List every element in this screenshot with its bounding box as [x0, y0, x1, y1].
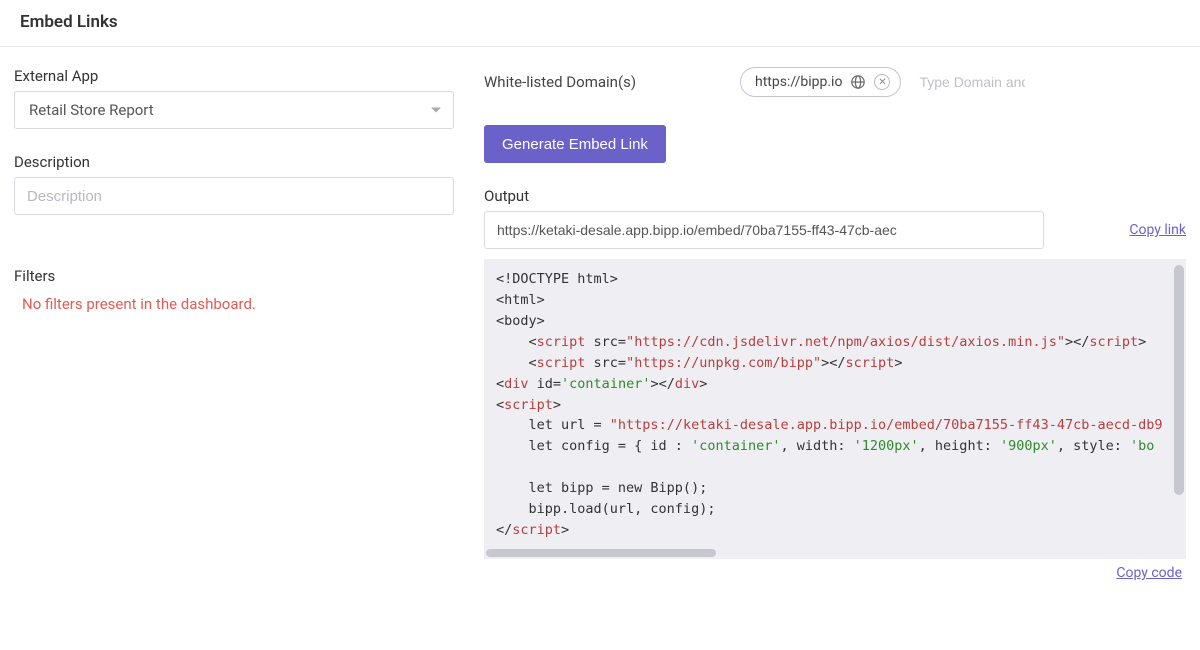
- no-filters-message: No filters present in the dashboard.: [14, 295, 454, 313]
- copy-link[interactable]: Copy link: [1129, 222, 1186, 238]
- copy-code[interactable]: Copy code: [1116, 565, 1182, 581]
- external-app-label: External App: [14, 67, 454, 85]
- domains-label: White-listed Domain(s): [484, 73, 724, 91]
- filters-label: Filters: [14, 267, 454, 285]
- domain-input[interactable]: [917, 73, 1027, 91]
- embed-code-block: <!DOCTYPE html> <html> <body> <script sr…: [484, 259, 1186, 559]
- external-app-value: Retail Store Report: [29, 101, 154, 119]
- code-horizontal-scrollbar[interactable]: [486, 549, 716, 557]
- description-label: Description: [14, 153, 454, 171]
- chevron-down-icon: [431, 108, 441, 113]
- generate-embed-button[interactable]: Generate Embed Link: [484, 125, 666, 163]
- remove-domain-icon[interactable]: ✕: [874, 74, 890, 90]
- external-app-select[interactable]: Retail Store Report: [14, 91, 454, 129]
- description-input[interactable]: [14, 177, 454, 215]
- output-label: Output: [484, 187, 1186, 205]
- domain-chip: https://bipp.io ✕: [740, 67, 901, 97]
- page-header: Embed Links: [0, 0, 1200, 47]
- code-vertical-scrollbar[interactable]: [1174, 265, 1184, 495]
- globe-icon: [850, 74, 866, 90]
- domain-chip-text: https://bipp.io: [755, 74, 842, 90]
- page-title: Embed Links: [20, 12, 1180, 32]
- output-url-input[interactable]: [484, 211, 1044, 249]
